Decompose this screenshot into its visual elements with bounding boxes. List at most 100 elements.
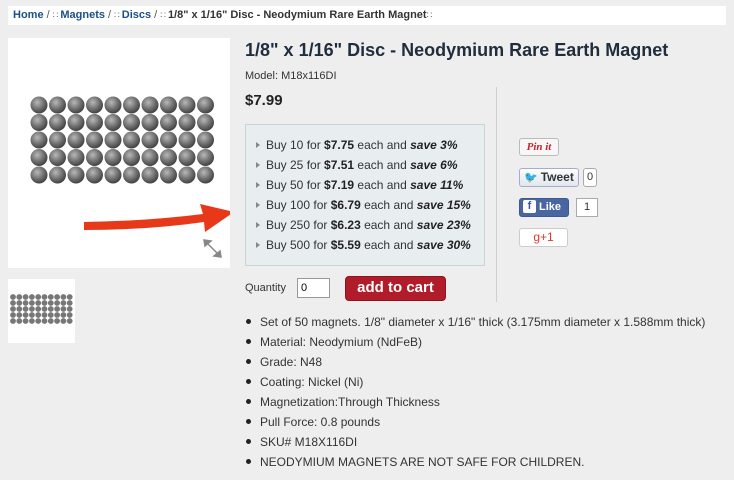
breadcrumb-discs-link[interactable]: Discs [122,9,151,21]
magnet-disc [10,312,16,318]
magnet-disc [29,300,35,306]
add-to-cart-button[interactable]: add to cart [345,276,446,301]
discount-pre: Buy 10 for [266,138,325,152]
magnet-disc [197,96,214,114]
product-model: Model: M18x116DI [245,70,337,82]
magnet-disc [35,318,42,324]
feature-text: Set of 50 magnets. 1/8" diameter x 1/16"… [260,315,706,329]
discount-mid: each and [360,218,417,232]
magnet-disc [178,166,196,184]
magnet-disc [54,306,60,312]
feature-text: Grade: N48 [260,355,323,369]
magnet-disc [22,294,29,300]
breadcrumb-home-link[interactable]: Home [13,9,44,21]
feature-item: Magnetization:Through Thickness [245,392,705,412]
discount-pre: Buy 100 for [266,198,331,212]
quantity-input[interactable] [297,278,330,298]
magnet-disc [41,306,48,312]
magnet-disc [141,114,159,131]
magnet-disc [35,294,42,300]
discount-save: save 15% [416,198,471,212]
breadcrumb-separator: / [46,9,50,21]
breadcrumb-grip-icon: ∷ [52,10,59,20]
magnet-disc [86,131,103,149]
feature-text: NEODYMIUM MAGNETS ARE NOT SAFE FOR CHILD… [260,455,585,469]
facebook-like-button[interactable]: f Like [519,198,569,217]
magnet-disc [22,306,29,312]
feature-item: Material: Neodymium (NdFeB) [245,332,705,352]
magnet-disc [197,149,214,166]
magnet-disc [123,149,140,166]
magnet-disc [66,312,73,318]
magnet-disc [30,114,48,131]
magnet-disc [10,300,16,306]
discount-pre: Buy 50 for [266,178,325,192]
feature-text: SKU# M18X116DI [260,435,358,449]
magnet-disc [47,312,54,318]
bullet-icon [246,459,251,465]
facebook-f-icon: f [523,199,536,213]
breadcrumb-current: 1/8" x 1/16" Disc - Neodymium Rare Earth… [167,9,427,21]
product-main-image[interactable] [8,38,234,268]
magnet-disc [86,96,103,114]
magnet-disc [104,149,122,166]
tweet-label: Tweet [540,170,574,184]
magnet-disc [86,149,103,166]
magnet-disc [10,318,16,324]
magnet-disc [16,312,23,318]
expand-icon[interactable] [203,239,222,258]
magnet-disc [29,312,35,318]
discount-mid: each and [354,138,411,152]
magnet-disc [197,131,214,149]
discount-price: $7.75 [324,138,355,152]
magnet-disc [49,149,66,166]
magnet-disc [141,166,159,184]
product-price: $7.99 [245,92,283,109]
product-thumbnail[interactable] [8,279,75,343]
discount-mid: each and [360,238,417,252]
magnet-disc [49,131,66,149]
magnet-disc [123,96,140,114]
magnet-disc [86,166,103,184]
discount-row: Buy 25 for $7.51 each and save 6% [256,155,484,175]
magnet-disc [41,300,48,306]
magnet-disc [60,312,67,318]
magnet-disc [49,114,66,131]
pinterest-pin-button[interactable]: Pin it [519,138,559,156]
feature-item: SKU# M18X116DI [245,432,705,452]
discount-save: save 23% [416,218,471,232]
discount-mid: each and [354,178,411,192]
tweet-button[interactable]: 🐦 Tweet [519,168,579,187]
magnet-disc [16,318,23,324]
quantity-label: Quantity [245,282,286,294]
feature-text: Coating: Nickel (Ni) [260,375,364,389]
magnet-disc [47,294,54,300]
google-plus-button[interactable]: g+1 [519,228,568,247]
discount-row: Buy 500 for $5.59 each and save 30% [256,235,484,255]
discount-save: save 30% [416,238,471,252]
bullet-triangle-icon [256,221,260,228]
magnet-disc [54,294,60,300]
magnet-disc [30,96,48,114]
magnet-disc [35,300,42,306]
discount-mid: each and [360,198,417,212]
magnet-disc [141,96,159,114]
magnet-disc [104,96,122,114]
magnet-disc [10,306,16,312]
discount-row: Buy 100 for $6.79 each and save 15% [256,195,484,215]
discount-save: save 11% [410,178,464,192]
magnet-disc [49,166,66,184]
magnet-disc [49,96,66,114]
breadcrumb-grip-icon: ∷ [114,10,120,20]
discount-pre: Buy 25 for [266,158,325,172]
divider [496,87,497,302]
magnet-disc [60,294,67,300]
magnet-disc [160,114,177,131]
magnet-disc [35,312,42,318]
discount-price: $6.23 [330,218,361,232]
magnet-disc [104,131,122,149]
breadcrumb-magnets-link[interactable]: Magnets [60,9,105,21]
magnet-disc [60,300,67,306]
magnet-disc [197,114,214,131]
feature-item: Set of 50 magnets. 1/8" diameter x 1/16"… [245,312,705,332]
